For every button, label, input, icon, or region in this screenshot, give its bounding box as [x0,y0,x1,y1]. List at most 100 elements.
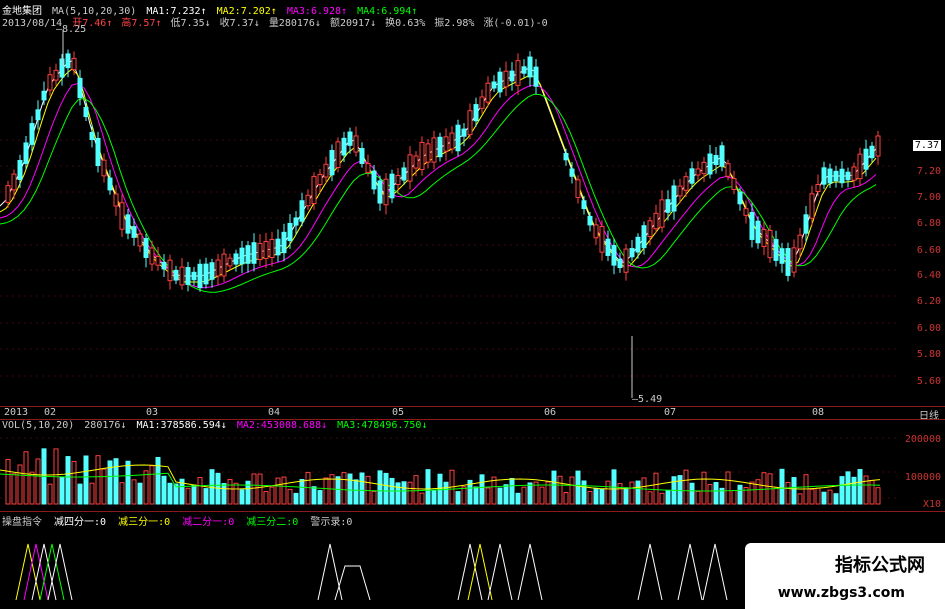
volume-chart[interactable] [0,432,900,510]
volume-bar [551,470,557,505]
volume-bar [641,477,647,505]
candle [227,257,233,267]
candle [449,132,455,150]
high-label: 8.25 [62,24,87,35]
candle [719,145,725,167]
volume-bar [197,477,203,505]
volume-bar [647,491,653,505]
candle [737,191,743,205]
candle [17,160,23,180]
volume-bar [341,472,347,505]
volume-bar [653,472,659,505]
date-tick-label: 03 [146,407,159,418]
candle [581,200,587,210]
candle [443,136,449,152]
candle [713,155,719,165]
candle [221,253,227,277]
volume-bar [617,483,623,505]
volume-bar [509,478,515,505]
volume-bar [407,481,413,505]
candlestick-chart[interactable] [0,26,900,406]
candle [515,60,521,86]
candle [767,229,773,259]
candle [251,242,257,264]
volume-bar [587,490,593,505]
volume-bar [227,479,233,505]
candle [689,168,695,184]
volume-bar [689,482,695,505]
candle [329,150,335,176]
candle [341,137,347,156]
volume-bar [497,487,503,505]
candle [191,271,197,281]
price-tick-label: 6.80 [916,218,941,229]
volume-bar [761,472,767,505]
volume-bar [371,491,377,505]
candle [809,193,815,219]
volume-tick-label: X10 [922,499,941,510]
candle [527,56,533,78]
candle [857,153,863,180]
candle [593,224,599,239]
volume-bar [323,477,329,505]
volume-bar [437,473,443,505]
watermark-url: www.zbgs3.com [777,585,905,601]
volume-bar [773,487,779,505]
volume-bar [119,482,125,505]
indicator-spike [637,543,663,601]
volume-bar [563,492,569,505]
candle [143,238,149,258]
volume-bar [461,486,467,505]
volume-bar [191,484,197,505]
volume-bar [701,471,707,505]
candle [485,82,491,103]
candle [503,70,509,88]
volume-bar [185,487,191,505]
candle [671,185,677,212]
candle [383,178,389,206]
candle [389,173,395,199]
volume-bar [113,458,119,505]
volume-bar [203,488,209,505]
candle [185,267,191,285]
volume-bar [827,489,833,505]
volume-bar [455,491,461,505]
candle [665,199,671,213]
candle [569,168,575,177]
volume-bar [503,484,509,505]
candle [41,90,47,101]
volume-bar [863,475,869,505]
volume-bar [593,487,599,505]
date-tick-label: 08 [812,407,825,418]
candle [683,176,689,191]
volume-bar [821,491,827,505]
candle [875,135,881,157]
volume-bar [125,460,131,505]
volume-bar [239,489,245,505]
candle [425,143,431,163]
volume-tick-label: 200000 [904,434,941,445]
candle [101,159,107,177]
indicator-spike [334,565,371,601]
candle [377,180,383,204]
candle [647,220,653,238]
candle [599,226,605,253]
volume-bar [377,470,383,505]
candle [497,71,503,93]
candle [863,148,869,170]
volume-bar [839,476,845,505]
candle [623,248,629,273]
volume-bar [155,456,161,505]
volume-bar [635,480,641,505]
volume-bar [851,476,857,505]
volume-bar [47,483,53,505]
candle [35,109,41,121]
volume-bar [737,484,743,505]
candle [587,215,593,226]
candle [53,69,59,81]
candle [347,131,353,146]
price-tick-label: 5.60 [916,376,941,387]
volume-bar [695,490,701,505]
candle [437,136,443,158]
volume-bar [347,473,353,505]
